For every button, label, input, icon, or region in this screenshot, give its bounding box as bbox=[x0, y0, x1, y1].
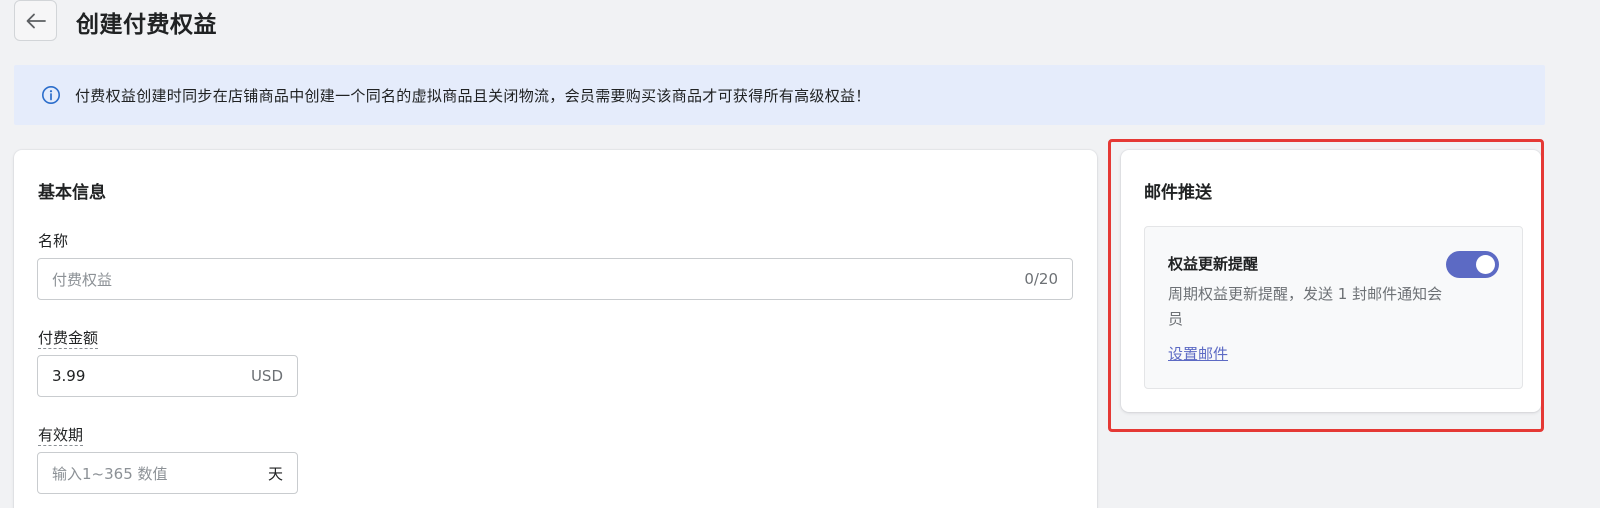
price-label: 付费金额 bbox=[38, 327, 99, 349]
banner-text: 付费权益创建时同步在店铺商品中创建一个同名的虚拟商品且关闭物流，会员需要购买该商… bbox=[75, 86, 871, 105]
back-button[interactable] bbox=[14, 0, 57, 41]
page-title: 创建付费权益 bbox=[76, 12, 217, 38]
reminder-description: 周期权益更新提醒，发送 1 封邮件通知会员 bbox=[1168, 285, 1443, 328]
email-push-title: 邮件推送 bbox=[1144, 183, 1212, 203]
validity-label: 有效期 bbox=[38, 424, 84, 446]
toggle-knob bbox=[1476, 255, 1495, 274]
validity-input-placeholder: 输入1~365 数值 bbox=[52, 464, 168, 483]
currency-suffix: USD bbox=[250, 367, 283, 385]
price-label-text: 付费金额 bbox=[38, 329, 99, 349]
validity-label-text: 有效期 bbox=[38, 426, 84, 446]
price-value: 3.99 bbox=[52, 367, 86, 385]
info-icon bbox=[41, 85, 61, 105]
basic-info-card: 基本信息 名称 付费权益 0/20 付费金额 3.99 USD 有效期 输入1~… bbox=[14, 150, 1097, 508]
info-banner: 付费权益创建时同步在店铺商品中创建一个同名的虚拟商品且关闭物流，会员需要购买该商… bbox=[14, 65, 1545, 125]
email-push-card: 邮件推送 权益更新提醒 周期权益更新提醒，发送 1 封邮件通知会员 设置邮件 bbox=[1121, 150, 1541, 412]
days-suffix: 天 bbox=[267, 464, 283, 483]
page: 创建付费权益 付费权益创建时同步在店铺商品中创建一个同名的虚拟商品且关闭物流，会… bbox=[0, 0, 1600, 508]
name-label: 名称 bbox=[38, 232, 69, 250]
reminder-setting: 权益更新提醒 周期权益更新提醒，发送 1 封邮件通知会员 设置邮件 bbox=[1144, 226, 1523, 389]
price-input[interactable]: 3.99 USD bbox=[37, 355, 298, 397]
setup-email-link[interactable]: 设置邮件 bbox=[1168, 343, 1228, 364]
reminder-title: 权益更新提醒 bbox=[1168, 255, 1259, 273]
name-input[interactable]: 付费权益 0/20 bbox=[37, 258, 1073, 300]
validity-input[interactable]: 输入1~365 数值 天 bbox=[37, 452, 298, 494]
reminder-toggle[interactable] bbox=[1446, 251, 1499, 278]
name-input-placeholder: 付费权益 bbox=[52, 270, 113, 289]
arrow-left-icon bbox=[26, 13, 46, 29]
name-char-counter: 0/20 bbox=[1024, 270, 1058, 288]
basic-info-title: 基本信息 bbox=[38, 183, 106, 203]
